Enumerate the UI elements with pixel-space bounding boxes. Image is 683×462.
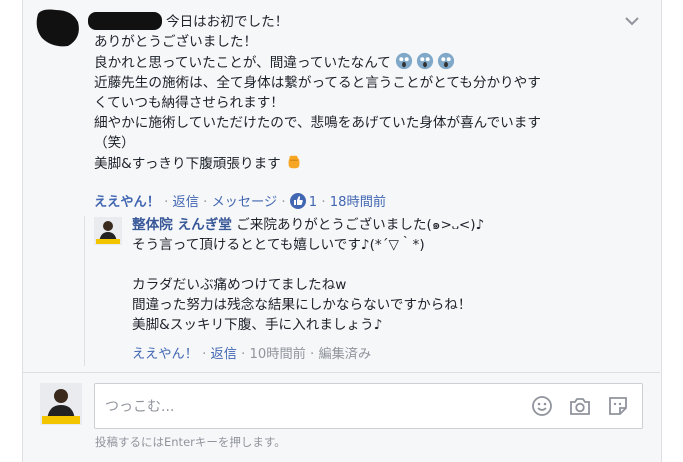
comment-input[interactable]: つっこむ... — [94, 383, 643, 429]
comment-line-with-emoji: 美脚&すっきり下腹頑張ります — [94, 153, 634, 174]
comment-line: 細やかに施術していただけたので、悲鳴をあげていた身体が喜んでいます — [94, 115, 541, 131]
current-user-avatar[interactable] — [40, 383, 82, 425]
comment-body: 今日はお初でした！ ありがとうございました！ 良かれと思っていたことが、間違って… — [94, 12, 634, 174]
camera-icon[interactable] — [569, 395, 591, 417]
comment-line: くていつも納得させられます！ — [94, 95, 284, 111]
reply-edited-label[interactable]: 編集済み — [318, 347, 371, 362]
sticker-icon[interactable] — [607, 395, 629, 417]
comment-like-link[interactable]: ええやん！ — [94, 195, 160, 210]
reply-line: そう言って頂けるととても嬉しいです♪(*´▽｀*) — [132, 237, 425, 253]
reply-like-link[interactable]: ええやん！ — [132, 347, 198, 362]
composer-hint: 投稿するにはEnterキーを押します。 — [95, 435, 286, 449]
comment-timestamp[interactable]: 18時間前 — [330, 195, 386, 210]
divider — [22, 372, 660, 373]
reply-thread-line — [84, 216, 85, 366]
comment-line-with-emoji: 良かれと思っていたことが、間違っていたなんて — [94, 52, 634, 73]
like-count[interactable]: 1 — [309, 195, 317, 210]
commenter-avatar[interactable] — [32, 8, 84, 50]
thumbs-up-icon[interactable] — [289, 193, 306, 209]
reply-first-line: 整体院 えんぎ堂 ご来院ありがとうございました(๑>᎑<)♪ — [132, 215, 632, 235]
comment-input-placeholder: つっこむ... — [105, 399, 175, 415]
reply-line — [132, 255, 632, 275]
reply-actions: ええやん！ · 返信 · 10時間前 · 編集済み — [132, 347, 372, 362]
reply-author-avatar[interactable] — [94, 217, 122, 245]
comment-line: ありがとうございました！ — [94, 34, 258, 50]
comment-line: 美脚&すっきり下腹頑張ります — [94, 156, 281, 172]
fist-emoji-icon — [288, 155, 300, 169]
reply-reply-link[interactable]: 返信 — [211, 347, 237, 362]
comment-reply-link[interactable]: 返信 — [173, 195, 199, 210]
emoji-icon[interactable] — [531, 395, 553, 417]
comment-line: 良かれと思っていたことが、間違っていたなんて — [94, 55, 391, 71]
scream-emoji-icon — [395, 52, 413, 70]
reply-line: カラダだいぶ痛めつけてましたねw — [132, 277, 347, 293]
reply-line: 間違った努力は残念な結果にしかならないですからね！ — [132, 297, 472, 313]
comment-heading: 今日はお初でした！ — [166, 14, 289, 30]
scream-emoji-icon — [416, 52, 434, 70]
comment-message-link[interactable]: メッセージ — [212, 195, 278, 210]
reply-author-name[interactable]: 整体院 えんぎ堂 — [132, 217, 232, 233]
reply-body: 整体院 えんぎ堂 ご来院ありがとうございました(๑>᎑<)♪ そう言って頂けると… — [132, 215, 632, 335]
reply-line: 美脚&スッキリ下腹、手に入れましょう♪ — [132, 317, 383, 333]
reply-line: ご来院ありがとうございました(๑>᎑<)♪ — [236, 217, 485, 233]
scream-emoji-icon — [437, 52, 455, 70]
reply-timestamp[interactable]: 10時間前 — [250, 347, 306, 362]
comment-actions: ええやん！ · 返信 · メッセージ · 1 · 18時間前 — [94, 193, 387, 210]
comment-line: （笑） — [94, 135, 135, 151]
comment-line: 近藤先生の施術は、全て身体は繋がってると言うことがとても分かりやす — [94, 75, 541, 91]
